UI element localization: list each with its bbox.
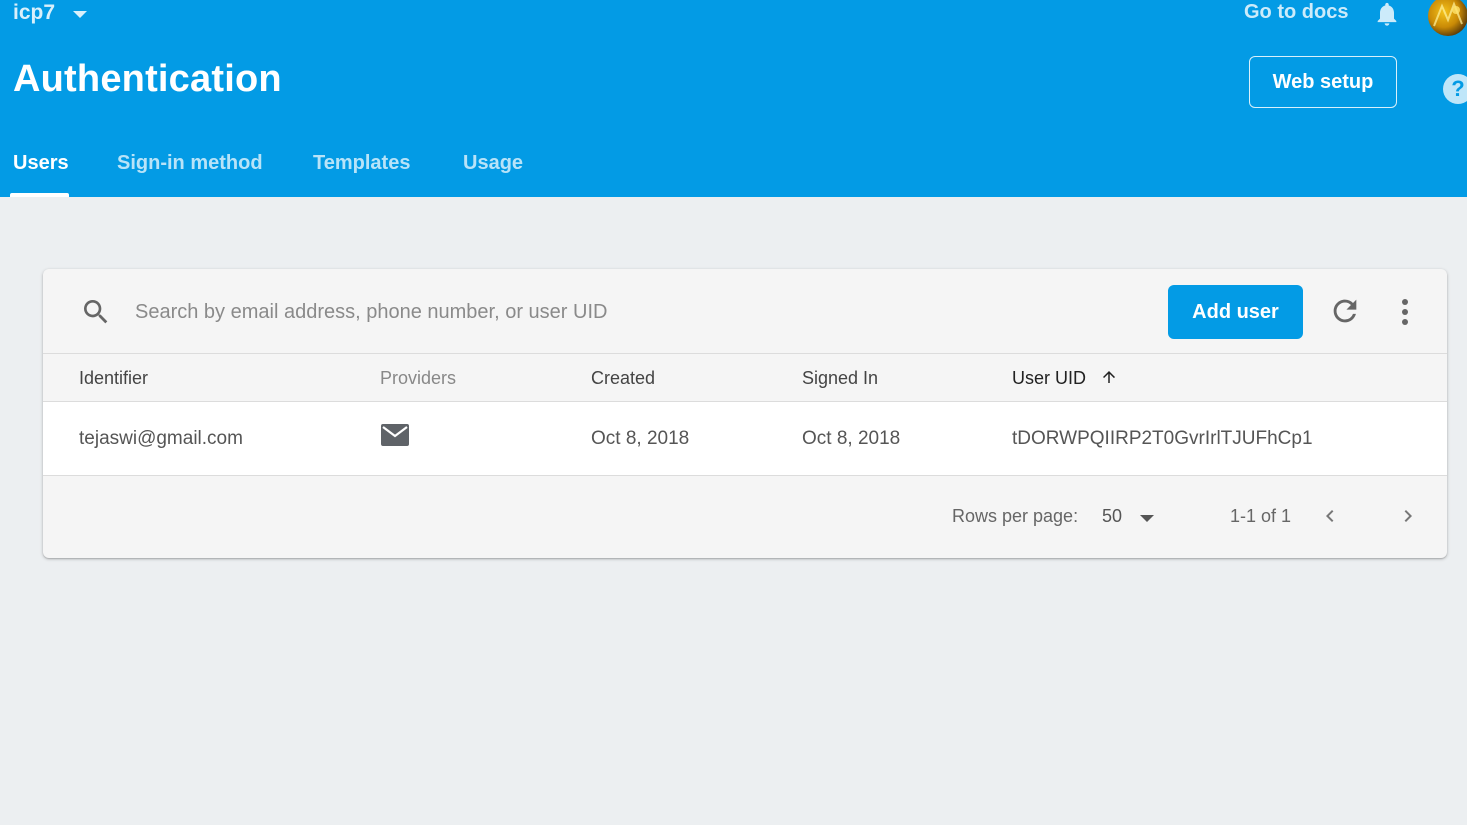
chevron-down-icon: [73, 10, 88, 18]
user-avatar[interactable]: [1428, 0, 1467, 36]
column-signed-in[interactable]: Signed In: [802, 368, 878, 389]
table-row[interactable]: tejaswi@gmail.com Oct 8, 2018 Oct 8, 201…: [43, 402, 1447, 476]
add-user-button[interactable]: Add user: [1168, 285, 1303, 339]
search-input[interactable]: [133, 291, 837, 333]
rows-per-page-label: Rows per page:: [952, 506, 1079, 526]
cell-created: Oct 8, 2018: [591, 428, 690, 449]
previous-page-icon[interactable]: [1318, 504, 1342, 528]
project-selector[interactable]: icp7: [13, 0, 88, 26]
tab-usage[interactable]: Usage: [463, 140, 547, 197]
go-to-docs-link[interactable]: Go to docs: [1244, 0, 1348, 24]
rows-per-page-select[interactable]: 50: [1102, 506, 1122, 527]
cell-identifier: tejaswi@gmail.com: [79, 428, 243, 449]
pagination-range: 1-1 of 1: [1230, 506, 1292, 526]
next-page-icon[interactable]: [1396, 504, 1420, 528]
column-created[interactable]: Created: [591, 368, 655, 389]
project-name: icp7: [13, 1, 56, 24]
tab-sign-in-method[interactable]: Sign-in method: [117, 140, 287, 197]
app-header: icp7 Go to docs Authentication Web setup…: [0, 0, 1467, 197]
column-identifier[interactable]: Identifier: [79, 368, 148, 389]
web-setup-button[interactable]: Web setup: [1249, 56, 1397, 108]
refresh-icon[interactable]: [1328, 294, 1362, 328]
mail-icon: [381, 424, 409, 446]
tab-users[interactable]: Users: [10, 140, 93, 197]
search-icon: [84, 300, 108, 324]
cell-user-uid: tDORWPQIIRP2T0GvrIrlTJUFhCp1: [1012, 428, 1313, 449]
chevron-down-icon[interactable]: [1140, 515, 1154, 522]
cell-signed-in: Oct 8, 2018: [802, 428, 901, 449]
notifications-bell-icon[interactable]: [1372, 0, 1402, 28]
sort-ascending-arrow-icon[interactable]: [1100, 367, 1118, 387]
column-providers: Providers: [380, 368, 457, 388]
column-user-uid[interactable]: User UID: [1012, 368, 1086, 389]
more-vert-icon[interactable]: [1395, 295, 1415, 329]
table-header-row: Identifier Providers Created Signed In U…: [43, 353, 1447, 402]
tab-templates[interactable]: Templates: [313, 140, 434, 197]
page-title: Authentication: [13, 58, 282, 100]
users-table-card: Add user Identifier Providers Created Si…: [43, 269, 1447, 558]
help-icon[interactable]: ?: [1443, 74, 1467, 104]
